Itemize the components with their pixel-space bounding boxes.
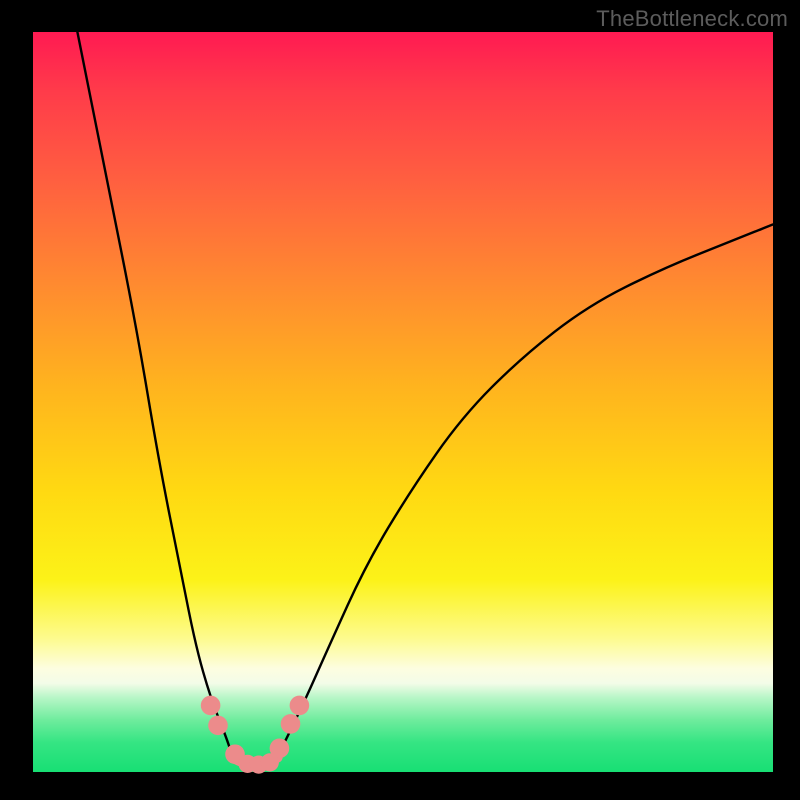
series-left-branch	[77, 32, 232, 757]
watermark-text: TheBottleneck.com	[596, 6, 788, 32]
chart-svg	[33, 32, 773, 772]
markers-group	[201, 696, 309, 774]
marker-right-upper-dot	[281, 714, 301, 734]
series-group	[77, 32, 773, 764]
chart-container: TheBottleneck.com	[0, 0, 800, 800]
series-right-branch	[277, 224, 773, 757]
plot-area	[33, 32, 773, 772]
marker-right-lower-dot	[270, 739, 290, 759]
marker-left-upper-dot	[201, 696, 221, 716]
marker-right-top-dot	[290, 696, 310, 716]
marker-left-lower-dot	[208, 716, 228, 736]
